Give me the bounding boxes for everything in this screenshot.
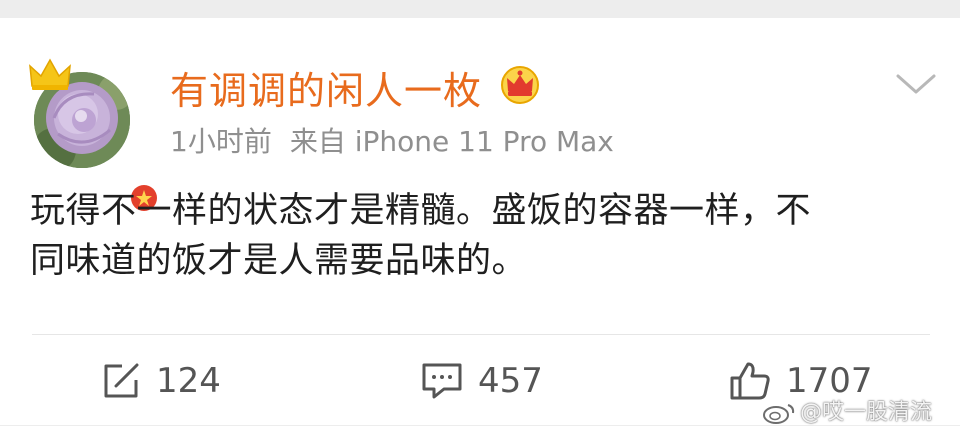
repost-icon	[104, 363, 139, 398]
chevron-down-icon[interactable]	[892, 66, 940, 102]
divider	[32, 334, 930, 335]
avatar-container[interactable]	[28, 58, 160, 214]
post-meta: 1小时前 来自 iPhone 11 Pro Max	[170, 120, 614, 160]
watermark: @哎一股清流	[762, 394, 932, 426]
post-content: 玩得不一样的状态才是精髓。盛饭的容器一样，不 同味道的饭才是人需要品味的。	[30, 186, 940, 286]
crown-icon	[29, 58, 71, 90]
post-card: 有调调的闲人一枚 1小时前 来自 iPhone 11 Pro Max 玩得不一样的…	[0, 18, 960, 425]
comment-count: 457	[478, 361, 543, 401]
username[interactable]: 有调调的闲人一枚	[170, 60, 482, 115]
post-time: 1小时前	[170, 125, 272, 158]
watermark-text: @哎一股清流	[800, 400, 933, 425]
comment-icon	[422, 363, 462, 399]
weibo-logo-icon	[763, 404, 795, 424]
post-content-line: 玩得不一样的状态才是精髓。盛饭的容器一样，不	[30, 191, 812, 231]
vip-crown-icon[interactable]	[498, 65, 542, 105]
repost-count: 124	[156, 361, 221, 401]
comment-button[interactable]: 457	[420, 346, 543, 416]
post-source[interactable]: 来自 iPhone 11 Pro Max	[290, 125, 614, 158]
repost-button[interactable]: 124	[100, 346, 221, 416]
post-content-line: 同味道的饭才是人需要品味的。	[30, 241, 528, 281]
